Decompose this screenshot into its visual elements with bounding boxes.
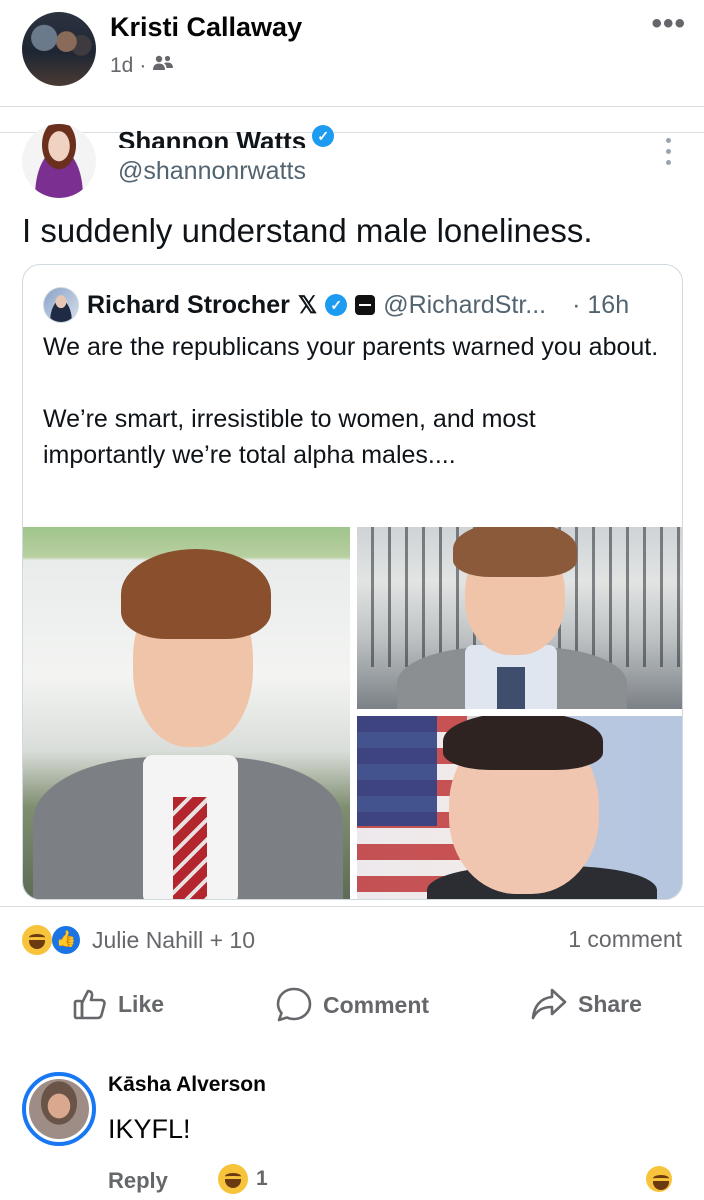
haha-reaction-icon — [22, 925, 52, 955]
quoted-tweet-header: Richard Strocher 𝕏 ✓ @RichardStr... · 16… — [43, 287, 629, 323]
tweet-kebab-icon — [666, 138, 672, 165]
quoted-handle: @RichardStr... — [383, 290, 547, 319]
post-time[interactable]: 1d — [110, 54, 133, 78]
share-arrow-icon — [530, 986, 568, 1022]
share-label: Share — [578, 990, 642, 1017]
post-header: Kristi Callaway 1d · ••• — [0, 0, 704, 106]
like-reaction-icon: 👍 — [50, 924, 82, 956]
reaction-names[interactable]: Julie Nahill + 10 — [92, 927, 255, 954]
haha-reaction-icon — [218, 1164, 248, 1194]
tweet-text: I suddenly understand male loneliness. — [22, 212, 593, 249]
action-bar: Like Comment Share — [0, 986, 704, 1036]
post-author-name[interactable]: Kristi Callaway — [110, 12, 302, 43]
comment-button[interactable]: Comment — [275, 986, 429, 1024]
screenshot-divider — [0, 132, 704, 133]
tweet-handle: @shannonrwatts — [118, 157, 306, 185]
verified-badge-icon: ✓ — [312, 125, 335, 147]
comment-reactions[interactable]: 1 — [218, 1164, 268, 1194]
commenter-name[interactable]: Kāsha Alverson — [108, 1073, 266, 1097]
comment-text: IKYFL! — [108, 1114, 191, 1144]
quoted-author-name: Richard Strocher — [87, 290, 290, 319]
comment-bubble-icon — [275, 986, 313, 1024]
comment-reaction-count: 1 — [256, 1167, 268, 1190]
affiliation-badge-icon — [355, 295, 376, 315]
quoted-author-avatar — [43, 287, 79, 323]
meta-separator: · — [139, 54, 147, 77]
comment-label: Comment — [323, 991, 430, 1018]
friends-icon — [152, 54, 174, 78]
photo-top-right — [357, 527, 682, 709]
commenter-avatar[interactable] — [22, 1072, 96, 1146]
comment-react-button[interactable] — [646, 1166, 672, 1192]
quoted-verified-badge-icon: ✓ — [325, 294, 348, 316]
more-options-icon[interactable]: ••• — [651, 9, 686, 39]
photo-bottom-right — [357, 716, 682, 899]
quoted-tweet-body: We are the republicans your parents warn… — [43, 329, 663, 473]
content-divider — [0, 906, 704, 907]
photo-left — [23, 527, 350, 899]
quoted-tweet-card: Richard Strocher 𝕏 ✓ @RichardStr... · 16… — [22, 264, 683, 900]
like-label: Like — [118, 990, 165, 1017]
header-divider — [0, 106, 704, 107]
haha-reaction-icon — [646, 1166, 672, 1192]
author-avatar[interactable] — [22, 12, 96, 86]
post-meta: 1d · — [110, 54, 174, 78]
quoted-photo-grid — [23, 527, 682, 899]
reply-button[interactable]: Reply — [108, 1168, 168, 1194]
tweet-author-avatar — [22, 124, 96, 198]
x-logo-icon: 𝕏 — [297, 291, 318, 319]
tweet-author-name: Shannon Watts — [118, 126, 307, 148]
quoted-line: We are the republicans your parents warn… — [43, 333, 659, 361]
quoted-time: · 16h — [572, 290, 630, 319]
reaction-summary[interactable]: 👍 Julie Nahill + 10 — [22, 924, 255, 956]
thumbs-up-icon — [72, 986, 108, 1022]
quoted-line: We’re smart, irresistible to women, and … — [43, 405, 536, 469]
share-button[interactable]: Share — [530, 986, 642, 1022]
comment-count[interactable]: 1 comment — [568, 926, 682, 953]
like-button[interactable]: Like — [72, 986, 164, 1022]
tweet-author-row: Shannon Watts ✓ — [118, 122, 335, 148]
